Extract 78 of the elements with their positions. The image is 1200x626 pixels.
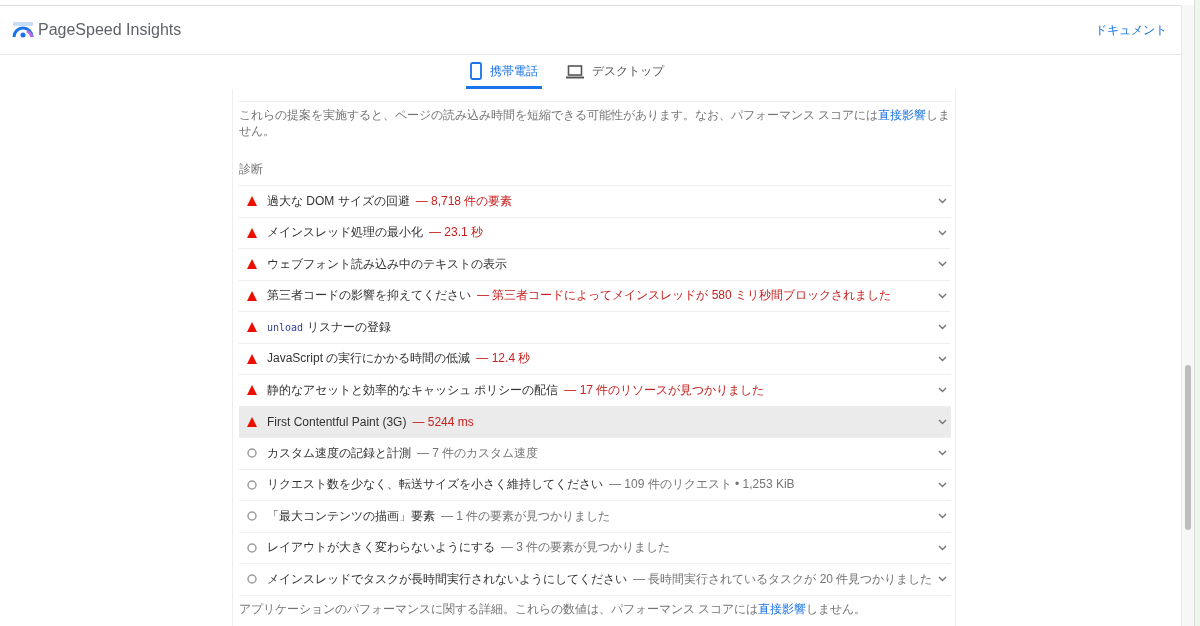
audit-title: JavaScript の実行にかかる時間の低減: [267, 350, 471, 368]
audit-row[interactable]: 静的なアセットと効率的なキャッシュ ポリシーの配信 — 17 件のリソースが見つかりました: [239, 375, 951, 407]
audit-detail: — 1 件の要素が見つかりました: [441, 507, 611, 525]
chevron-down-icon: [938, 229, 947, 236]
warning-triangle-icon: [247, 196, 257, 207]
chevron-down-icon: [938, 544, 947, 551]
audit-title: 「最大コンテンツの描画」要素: [267, 507, 435, 525]
audit-title: 静的なアセットと効率的なキャッシュ ポリシーの配信: [267, 381, 559, 399]
audit-detail: — 8,718 件の要素: [415, 192, 513, 210]
audit-detail: — 3 件の要素が見つかりました: [501, 539, 671, 557]
inline-link[interactable]: 直接影響: [758, 601, 807, 616]
audit-title: レイアウトが大きく変わらないようにする: [267, 539, 495, 557]
warning-triangle-icon: [247, 290, 257, 301]
app-title: PageSpeed Insights: [38, 21, 182, 39]
chevron-down-icon: [938, 355, 947, 362]
audit-row[interactable]: ウェブフォント読み込み中のテキストの表示: [239, 249, 951, 281]
audit-title: 過大な DOM サイズの回避: [267, 192, 410, 210]
warning-triangle-icon: [247, 259, 257, 270]
chevron-down-icon: [938, 292, 947, 299]
chevron-down-icon: [938, 481, 947, 488]
warning-triangle-icon: [247, 322, 257, 333]
audit-detail: — 12.4 秒: [476, 350, 531, 368]
code-text: unload: [267, 321, 304, 333]
circle-icon: [247, 542, 257, 553]
inline-link[interactable]: 直接影響: [878, 108, 927, 122]
phone-icon: [469, 62, 482, 80]
chevron-down-icon: [938, 198, 947, 205]
audit-detail: — 109 件のリクエスト • 1,253 KiB: [609, 476, 795, 494]
circle-icon: [247, 448, 257, 459]
audit-row[interactable]: メインスレッドでタスクが長時間実行されないようにしてください — 長時間実行されているタスクが 20 件見つかりました: [239, 564, 951, 596]
audit-detail: — 5244 ms: [412, 414, 474, 429]
audit-title: メインスレッドでタスクが長時間実行されないようにしてください: [267, 570, 627, 588]
audit-row[interactable]: リクエスト数を少なく、転送サイズを小さく維持してください — 109 件のリクエスト • 1,253 KiB: [239, 469, 951, 502]
chevron-down-icon: [938, 324, 947, 331]
audit-row[interactable]: 過大な DOM サイズの回避 — 8,718 件の要素: [239, 186, 951, 218]
audit-detail: — 23.1 秒: [429, 224, 484, 242]
chevron-down-icon: [938, 513, 947, 520]
audit-row[interactable]: メインスレッド処理の最小化 — 23.1 秒: [239, 217, 951, 250]
chevron-down-icon: [938, 576, 947, 583]
audit-detail: — 17 件のリソースが見つかりました: [564, 381, 765, 399]
audit-title: カスタム速度の記録と計測: [267, 444, 411, 462]
scrollbar-thumb[interactable]: [1185, 365, 1191, 530]
audit-row[interactable]: レイアウトが大きく変わらないようにする — 3 件の要素が見つかりました: [239, 532, 951, 565]
circle-icon: [247, 511, 257, 522]
warning-triangle-icon: [247, 227, 257, 238]
audit-row[interactable]: First Contentful Paint (3G) — 5244 ms: [239, 406, 951, 439]
opportunities-note: これらの提案を実施すると、ページの読み込み時間を短縮できる可能性があります。なお、パフォーマンス スコアには直接影響しません。: [239, 101, 951, 140]
audit-row[interactable]: カスタム速度の記録と計測 — 7 件のカスタム速度: [239, 438, 951, 470]
laptop-icon: [565, 64, 584, 79]
audit-title: ウェブフォント読み込み中のテキストの表示: [267, 255, 507, 273]
audit-title: メインスレッド処理の最小化: [267, 224, 423, 242]
chevron-down-icon: [938, 418, 947, 425]
audit-title: 第三者コードの影響を抑えてください: [267, 287, 471, 305]
warning-triangle-icon: [247, 385, 257, 396]
chevron-down-icon: [938, 261, 947, 268]
section-heading: 診断: [239, 161, 951, 187]
audit-title: リクエスト数を少なく、転送サイズを小さく維持してください: [267, 476, 603, 494]
chevron-down-icon: [938, 387, 947, 394]
audit-row[interactable]: 「最大コンテンツの描画」要素 — 1 件の要素が見つかりました: [239, 501, 951, 533]
circle-icon: [247, 574, 257, 585]
device-tab[interactable]: 携帯電話: [465, 62, 542, 89]
device-tab[interactable]: デスクトップ: [561, 63, 668, 89]
chevron-down-icon: [938, 450, 947, 457]
scrollbar[interactable]: [1181, 5, 1194, 626]
audit-detail: — 長時間実行されているタスクが 20 件見つかりました: [633, 570, 933, 588]
audit-row[interactable]: JavaScript の実行にかかる時間の低減 — 12.4 秒: [239, 343, 951, 376]
audit-detail: — 7 件のカスタム速度: [417, 444, 539, 462]
audit-row[interactable]: unload リスナーの登録: [239, 312, 951, 344]
audit-title: First Contentful Paint (3G): [267, 414, 407, 429]
audit-detail: — 第三者コードによってメインスレッドが 580 ミリ秒間ブロックされました: [477, 287, 892, 305]
warning-triangle-icon: [247, 416, 257, 427]
logo-icon: [12, 22, 34, 38]
circle-icon: [247, 479, 257, 490]
audit-title: リスナーの登録: [307, 318, 392, 336]
diagnostics-note: アプリケーションのパフォーマンスに関する詳細。これらの数値は、パフォーマンス スコアには直接影響しません。: [239, 600, 868, 618]
documentation-link[interactable]: ドキュメント: [1095, 21, 1167, 39]
warning-triangle-icon: [247, 353, 257, 364]
audit-row[interactable]: 第三者コードの影響を抑えてください — 第三者コードによってメインスレッドが 580 ミリ秒間ブロックされました: [239, 280, 951, 313]
